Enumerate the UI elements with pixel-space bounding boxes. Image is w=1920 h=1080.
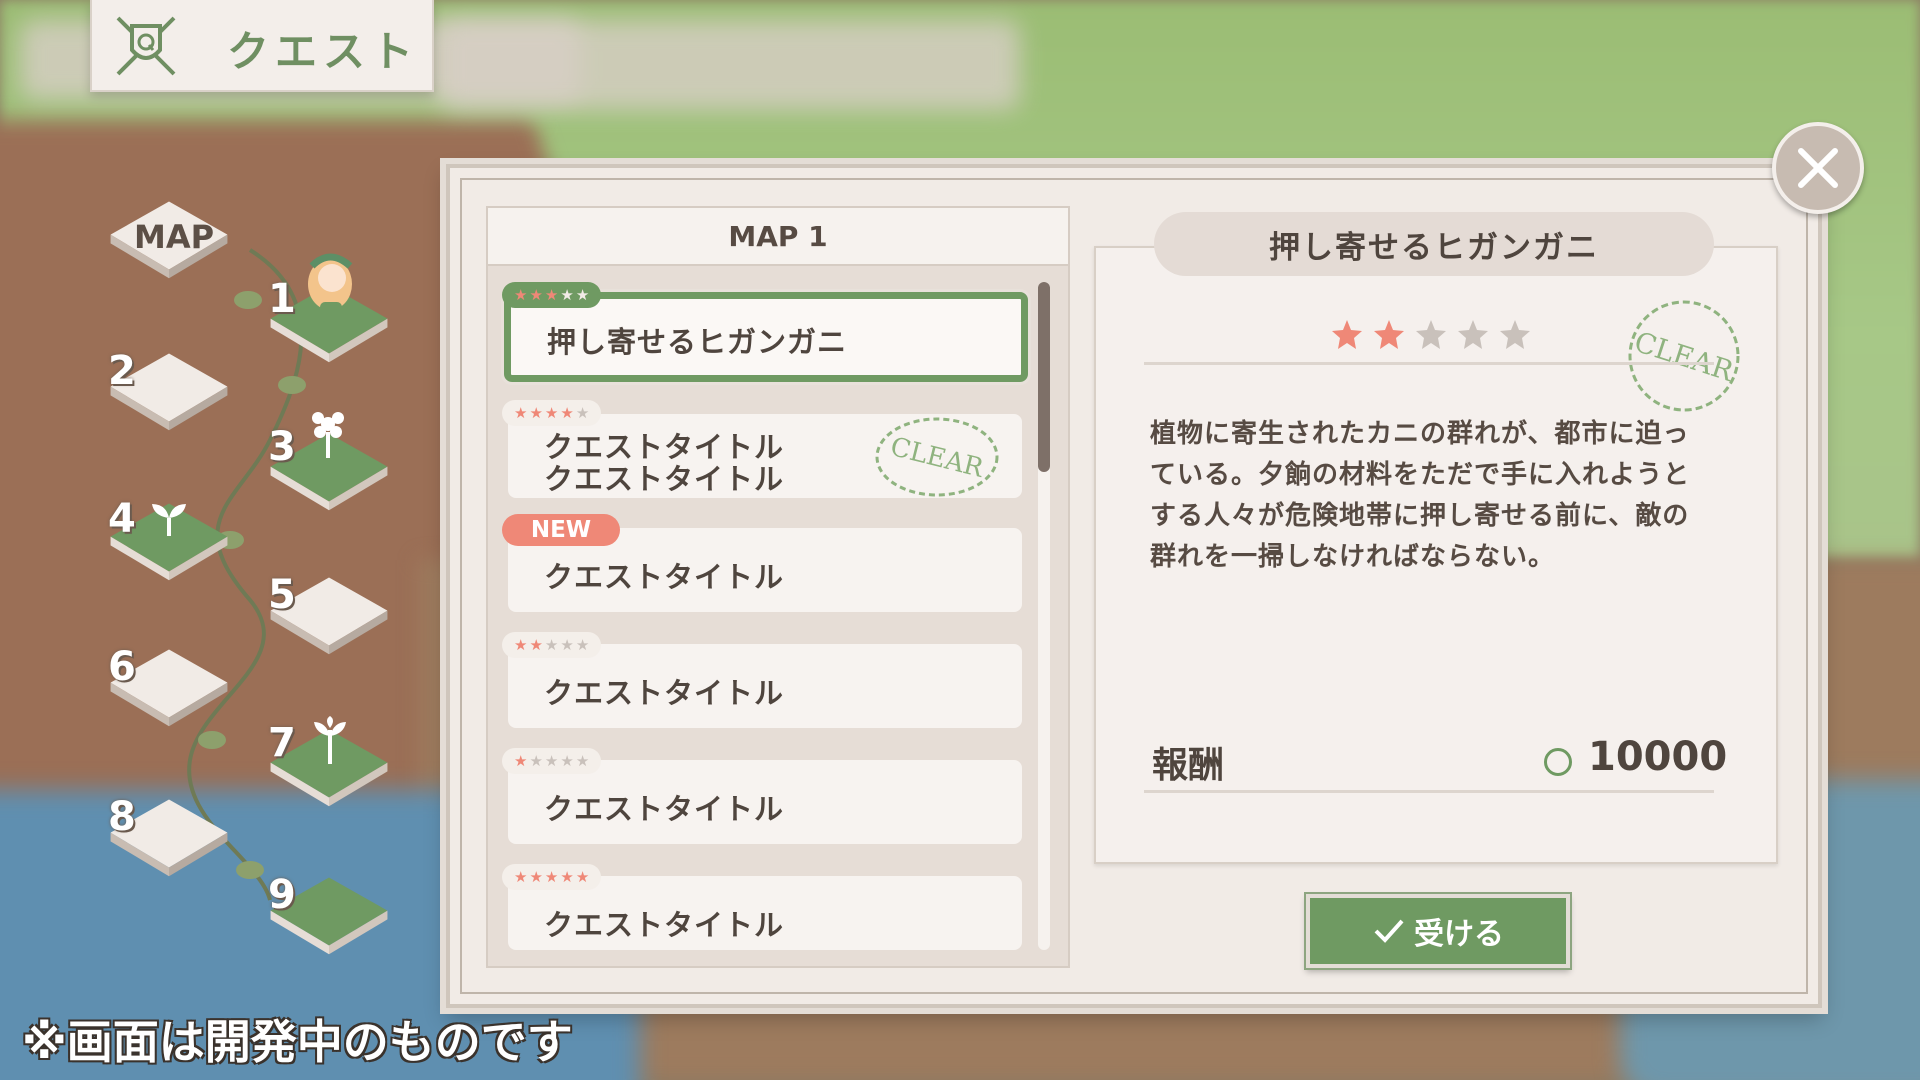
accept-button-label: 受ける [1414, 917, 1504, 952]
detail-difficulty-stars [1330, 318, 1532, 352]
tile-number-4: 4 [108, 496, 136, 542]
tile-number-6: 6 [108, 644, 136, 690]
difficulty-stars: ★ ★ ★ ★ ★ [502, 400, 602, 426]
checkmark-icon [1374, 919, 1404, 943]
tile-number-8: 8 [108, 794, 136, 840]
close-icon [1798, 148, 1838, 188]
difficulty-stars: ★ ★ ★ ★ ★ [502, 282, 602, 308]
quest-item-title: クエストタイトル [544, 908, 785, 942]
tile-number-3: 3 [268, 424, 296, 470]
tile-number-9: 9 [268, 872, 296, 918]
accept-button[interactable]: 受ける [1306, 894, 1570, 968]
tile-number-5: 5 [268, 572, 296, 618]
clear-stamp-text: CLEAR [887, 432, 987, 484]
quest-item-title: 押し寄せるヒガンガニ [547, 325, 848, 359]
divider [1144, 790, 1714, 793]
player-character-icon [308, 253, 353, 322]
detail-title: 押し寄せるヒガンガニ [1154, 212, 1714, 276]
quest-item[interactable]: クエストタイトル クエストタイトル CLEAR [508, 414, 1022, 498]
quest-description: 植物に寄生されたカニの群れが、都市に迫っている。夕餉の材料をただで手に入れようと… [1150, 419, 1691, 572]
reward-label: 報酬 [1152, 745, 1225, 786]
detail-clear-stamp-text: CLEAR [1630, 325, 1738, 388]
new-badge: NEW [502, 514, 620, 546]
difficulty-stars: ★ ★ ★ ★ ★ [502, 748, 602, 774]
sprout-icon [152, 504, 186, 536]
quest-item-title: クエストタイトル [544, 676, 785, 710]
difficulty-stars: ★ ★ ★ ★ ★ [502, 632, 602, 658]
flower-icon [312, 412, 344, 458]
reward-value: 10000 [1588, 734, 1728, 780]
list-header: MAP 1 [488, 208, 1068, 266]
list-scrollbar[interactable] [1038, 282, 1050, 950]
divider [1144, 362, 1714, 365]
quest-item-title: クエストタイトル [544, 560, 785, 594]
map-label-tile[interactable]: MAP [98, 198, 240, 292]
tile-number-1: 1 [268, 276, 296, 322]
tile-number-2: 2 [108, 348, 136, 394]
tile-number-7: 7 [268, 720, 296, 766]
coin-icon [1544, 748, 1572, 776]
star-filled-icon [1332, 320, 1362, 349]
plant-icon [314, 716, 346, 764]
development-notice: ※画面は開発中のものです [22, 1015, 573, 1069]
star-empty-icon [1458, 320, 1488, 349]
clear-stamp: CLEAR [875, 417, 999, 497]
map-label: MAP [134, 218, 215, 256]
scroll-thumb[interactable] [1038, 282, 1050, 472]
detail-clear-stamp: CLEAR [1628, 300, 1740, 412]
close-button[interactable] [1772, 122, 1864, 214]
quest-item-title: クエストタイトル [544, 792, 785, 826]
quest-item-title-line2: クエストタイトル [544, 462, 785, 496]
star-empty-icon [1500, 320, 1530, 349]
star-empty-icon [1416, 320, 1446, 349]
star-filled-icon [1374, 320, 1404, 349]
difficulty-stars: ★ ★ ★ ★ ★ [502, 864, 602, 890]
